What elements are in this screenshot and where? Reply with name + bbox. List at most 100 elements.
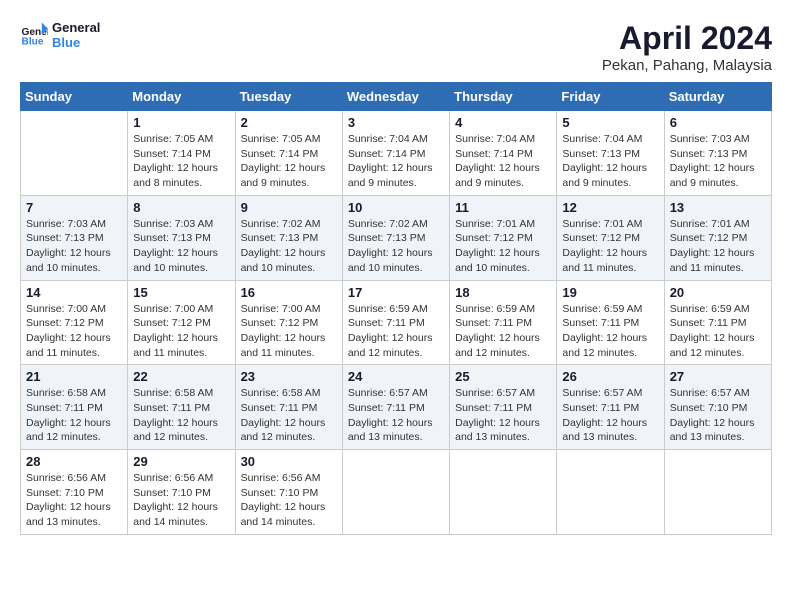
day-info: Sunrise: 7:01 AMSunset: 7:12 PMDaylight:… [455,217,551,276]
day-number: 20 [670,285,766,300]
day-number: 2 [241,115,337,130]
day-number: 14 [26,285,122,300]
calendar-body: 1 Sunrise: 7:05 AMSunset: 7:14 PMDaylight… [21,111,772,535]
month-title: April 2024 [602,20,772,57]
calendar-cell: 23 Sunrise: 6:58 AMSunset: 7:11 PMDayligh… [235,365,342,450]
day-number: 21 [26,369,122,384]
day-number: 30 [241,454,337,469]
day-info: Sunrise: 7:02 AMSunset: 7:13 PMDaylight:… [241,217,337,276]
svg-text:Blue: Blue [22,36,44,47]
day-number: 27 [670,369,766,384]
weekday-header-row: SundayMondayTuesdayWednesdayThursdayFrid… [21,83,772,111]
calendar-cell: 20 Sunrise: 6:59 AMSunset: 7:11 PMDayligh… [664,280,771,365]
location-title: Pekan, Pahang, Malaysia [602,57,772,74]
day-info: Sunrise: 7:05 AMSunset: 7:14 PMDaylight:… [133,132,229,191]
day-info: Sunrise: 7:03 AMSunset: 7:13 PMDaylight:… [26,217,122,276]
day-number: 25 [455,369,551,384]
weekday-header-cell: Sunday [21,83,128,111]
calendar-week-row: 14 Sunrise: 7:00 AMSunset: 7:12 PMDayligh… [21,280,772,365]
day-info: Sunrise: 6:59 AMSunset: 7:11 PMDaylight:… [348,302,444,361]
day-number: 23 [241,369,337,384]
calendar-table: SundayMondayTuesdayWednesdayThursdayFrid… [20,82,772,535]
day-number: 6 [670,115,766,130]
day-number: 1 [133,115,229,130]
day-number: 18 [455,285,551,300]
calendar-cell: 19 Sunrise: 6:59 AMSunset: 7:11 PMDayligh… [557,280,664,365]
day-info: Sunrise: 6:57 AMSunset: 7:11 PMDaylight:… [348,386,444,445]
title-area: April 2024 Pekan, Pahang, Malaysia [602,20,772,74]
calendar-cell: 17 Sunrise: 6:59 AMSunset: 7:11 PMDayligh… [342,280,449,365]
page-header: General Blue General Blue April 2024 Pek… [20,20,772,74]
day-info: Sunrise: 6:58 AMSunset: 7:11 PMDaylight:… [133,386,229,445]
weekday-header-cell: Wednesday [342,83,449,111]
calendar-cell: 9 Sunrise: 7:02 AMSunset: 7:13 PMDaylight… [235,195,342,280]
weekday-header-cell: Thursday [450,83,557,111]
logo-text-blue: Blue [52,35,100,50]
day-info: Sunrise: 7:04 AMSunset: 7:14 PMDaylight:… [348,132,444,191]
day-info: Sunrise: 7:00 AMSunset: 7:12 PMDaylight:… [26,302,122,361]
weekday-header-cell: Monday [128,83,235,111]
logo-text-general: General [52,20,100,35]
day-info: Sunrise: 6:57 AMSunset: 7:10 PMDaylight:… [670,386,766,445]
calendar-cell: 4 Sunrise: 7:04 AMSunset: 7:14 PMDaylight… [450,111,557,196]
day-number: 28 [26,454,122,469]
day-info: Sunrise: 6:58 AMSunset: 7:11 PMDaylight:… [241,386,337,445]
calendar-cell: 2 Sunrise: 7:05 AMSunset: 7:14 PMDaylight… [235,111,342,196]
calendar-cell [342,450,449,535]
calendar-week-row: 21 Sunrise: 6:58 AMSunset: 7:11 PMDayligh… [21,365,772,450]
day-number: 17 [348,285,444,300]
day-number: 15 [133,285,229,300]
calendar-cell: 18 Sunrise: 6:59 AMSunset: 7:11 PMDayligh… [450,280,557,365]
day-number: 10 [348,200,444,215]
calendar-week-row: 1 Sunrise: 7:05 AMSunset: 7:14 PMDaylight… [21,111,772,196]
calendar-cell: 1 Sunrise: 7:05 AMSunset: 7:14 PMDaylight… [128,111,235,196]
day-number: 12 [562,200,658,215]
day-number: 13 [670,200,766,215]
day-info: Sunrise: 6:58 AMSunset: 7:11 PMDaylight:… [26,386,122,445]
day-info: Sunrise: 6:56 AMSunset: 7:10 PMDaylight:… [26,471,122,530]
calendar-cell: 30 Sunrise: 6:56 AMSunset: 7:10 PMDayligh… [235,450,342,535]
day-number: 3 [348,115,444,130]
calendar-cell: 13 Sunrise: 7:01 AMSunset: 7:12 PMDayligh… [664,195,771,280]
day-info: Sunrise: 7:04 AMSunset: 7:13 PMDaylight:… [562,132,658,191]
calendar-cell [557,450,664,535]
calendar-cell: 21 Sunrise: 6:58 AMSunset: 7:11 PMDayligh… [21,365,128,450]
day-info: Sunrise: 6:59 AMSunset: 7:11 PMDaylight:… [670,302,766,361]
day-info: Sunrise: 6:56 AMSunset: 7:10 PMDaylight:… [133,471,229,530]
weekday-header-cell: Tuesday [235,83,342,111]
day-info: Sunrise: 7:03 AMSunset: 7:13 PMDaylight:… [670,132,766,191]
weekday-header-cell: Friday [557,83,664,111]
day-info: Sunrise: 7:00 AMSunset: 7:12 PMDaylight:… [241,302,337,361]
calendar-cell: 7 Sunrise: 7:03 AMSunset: 7:13 PMDaylight… [21,195,128,280]
day-number: 19 [562,285,658,300]
day-info: Sunrise: 7:05 AMSunset: 7:14 PMDaylight:… [241,132,337,191]
calendar-cell: 22 Sunrise: 6:58 AMSunset: 7:11 PMDayligh… [128,365,235,450]
day-info: Sunrise: 7:01 AMSunset: 7:12 PMDaylight:… [670,217,766,276]
day-number: 8 [133,200,229,215]
day-number: 7 [26,200,122,215]
day-number: 16 [241,285,337,300]
calendar-cell: 15 Sunrise: 7:00 AMSunset: 7:12 PMDayligh… [128,280,235,365]
day-info: Sunrise: 6:56 AMSunset: 7:10 PMDaylight:… [241,471,337,530]
day-info: Sunrise: 7:04 AMSunset: 7:14 PMDaylight:… [455,132,551,191]
day-number: 5 [562,115,658,130]
calendar-cell: 14 Sunrise: 7:00 AMSunset: 7:12 PMDayligh… [21,280,128,365]
day-number: 29 [133,454,229,469]
day-number: 24 [348,369,444,384]
day-info: Sunrise: 7:00 AMSunset: 7:12 PMDaylight:… [133,302,229,361]
weekday-header-cell: Saturday [664,83,771,111]
calendar-cell: 5 Sunrise: 7:04 AMSunset: 7:13 PMDaylight… [557,111,664,196]
calendar-cell: 8 Sunrise: 7:03 AMSunset: 7:13 PMDaylight… [128,195,235,280]
day-info: Sunrise: 6:59 AMSunset: 7:11 PMDaylight:… [562,302,658,361]
calendar-cell [21,111,128,196]
calendar-cell: 3 Sunrise: 7:04 AMSunset: 7:14 PMDaylight… [342,111,449,196]
calendar-cell: 24 Sunrise: 6:57 AMSunset: 7:11 PMDayligh… [342,365,449,450]
day-info: Sunrise: 7:03 AMSunset: 7:13 PMDaylight:… [133,217,229,276]
day-number: 11 [455,200,551,215]
day-number: 22 [133,369,229,384]
day-number: 4 [455,115,551,130]
day-number: 9 [241,200,337,215]
day-info: Sunrise: 6:59 AMSunset: 7:11 PMDaylight:… [455,302,551,361]
calendar-week-row: 7 Sunrise: 7:03 AMSunset: 7:13 PMDaylight… [21,195,772,280]
calendar-cell: 29 Sunrise: 6:56 AMSunset: 7:10 PMDayligh… [128,450,235,535]
